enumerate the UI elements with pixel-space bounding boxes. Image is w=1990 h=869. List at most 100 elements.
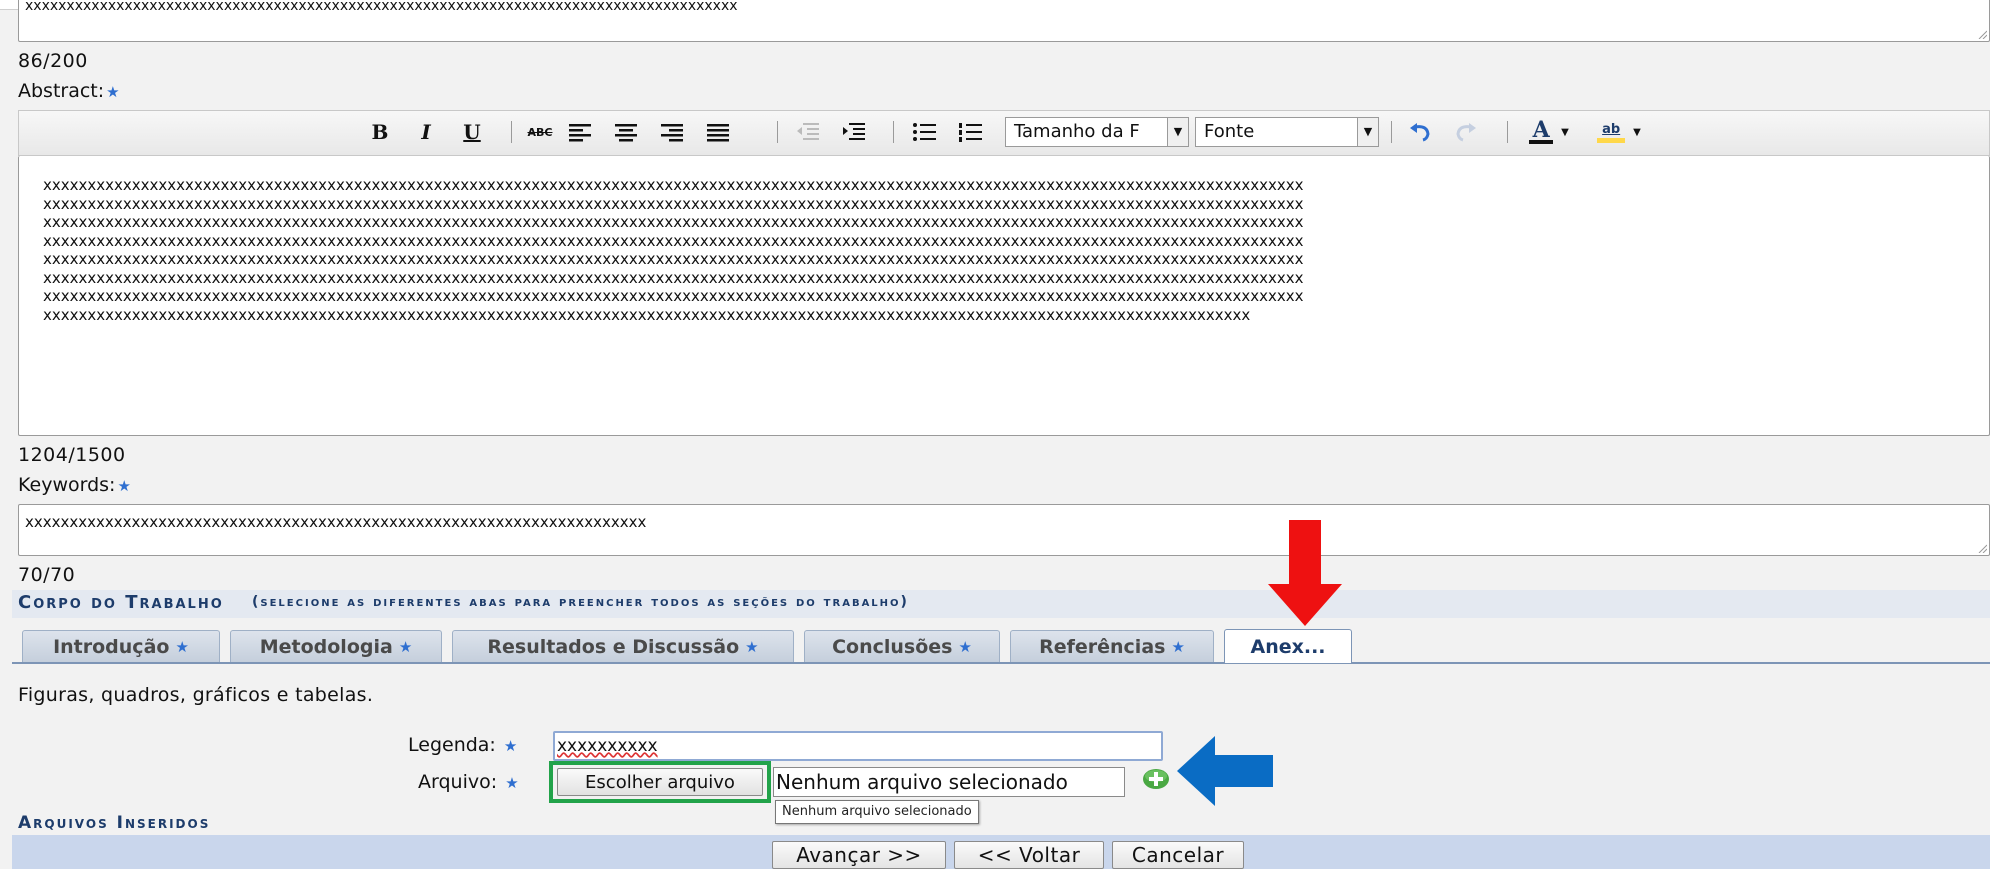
- highlight-color-button[interactable]: ab ▼: [1589, 119, 1649, 145]
- toolbar-separator: [777, 121, 778, 143]
- chevron-down-icon: ▼: [1167, 118, 1188, 146]
- align-center-icon: [615, 124, 637, 142]
- file-label: Arquivo: ★: [418, 771, 519, 793]
- keywords-text: xxxxxxxxxxxxxxxxxxxxxxxxxxxxxxxxxxxxxxxx…: [25, 513, 647, 531]
- tab-label: Resultados e Discussão: [487, 635, 740, 658]
- align-justify-icon: [707, 124, 729, 142]
- font-size-value: Tamanho da F: [1014, 121, 1140, 142]
- abstract-line: xxxxxxxxxxxxxxxxxxxxxxxxxxxxxxxxxxxxxxxx…: [43, 287, 1304, 305]
- align-right-icon: [661, 124, 683, 142]
- keywords-label: Keywords: ★: [18, 474, 131, 496]
- keywords-label-text: Keywords:: [18, 474, 116, 496]
- underline-button[interactable]: U: [457, 119, 487, 145]
- required-star-icon: ★: [106, 83, 120, 101]
- text-color-letter: A: [1532, 117, 1550, 143]
- abstract-line: xxxxxxxxxxxxxxxxxxxxxxxxxxxxxxxxxxxxxxxx…: [43, 176, 1304, 194]
- toolbar-separator: [1507, 121, 1508, 143]
- highlight-letters: ab: [1602, 121, 1621, 137]
- body-section-header: Corpo do Trabalho (selecione as diferent…: [12, 590, 1990, 618]
- abstract-text: xxxxxxxxxxxxxxxxxxxxxxxxxxxxxxxxxxxxxxxx…: [43, 176, 1304, 324]
- tab-label: Metodologia: [259, 635, 393, 658]
- red-arrow-annotation-icon: [1268, 520, 1342, 626]
- choose-file-button[interactable]: Escolher arquivo: [557, 768, 763, 796]
- section-title: Corpo do Trabalho: [18, 592, 224, 613]
- abstract-line: xxxxxxxxxxxxxxxxxxxxxxxxxxxxxxxxxxxxxxxx…: [43, 305, 1251, 324]
- bullet-list-icon: [913, 123, 936, 141]
- align-right-button[interactable]: [655, 119, 689, 145]
- toolbar-separator: [1391, 121, 1392, 143]
- caption-label: Legenda: ★: [408, 734, 517, 756]
- back-button[interactable]: << Voltar: [954, 841, 1104, 869]
- highlight-bar: [1597, 137, 1626, 143]
- resize-handle-icon[interactable]: [1977, 29, 1987, 39]
- abstract-editor-content[interactable]: xxxxxxxxxxxxxxxxxxxxxxxxxxxxxxxxxxxxxxxx…: [18, 156, 1990, 436]
- tab-metodologia[interactable]: Metodologia ★: [230, 630, 442, 662]
- add-circle-icon[interactable]: [1141, 767, 1171, 791]
- text-color-bar: [1529, 140, 1554, 144]
- abstract-line: xxxxxxxxxxxxxxxxxxxxxxxxxxxxxxxxxxxxxxxx…: [43, 268, 1304, 287]
- caption-input[interactable]: xxxxxxxxxx: [553, 731, 1163, 761]
- abstract-counter: 1204/1500: [18, 444, 126, 466]
- abstract-line: xxxxxxxxxxxxxxxxxxxxxxxxxxxxxxxxxxxxxxxx…: [43, 213, 1304, 231]
- outdent-button[interactable]: [791, 119, 825, 145]
- tab-conclusoes[interactable]: Conclusões ★: [804, 630, 1000, 662]
- abstract-line: xxxxxxxxxxxxxxxxxxxxxxxxxxxxxxxxxxxxxxxx…: [43, 194, 1304, 213]
- required-star-icon: ★: [1171, 637, 1185, 656]
- title-textarea[interactable]: xxxxxxxxxxxxxxxxxxxxxxxxxxxxxxxxxxxxxxxx…: [18, 0, 1990, 42]
- bold-button[interactable]: B: [365, 119, 395, 145]
- tab-label: Conclusões: [832, 635, 953, 658]
- next-button[interactable]: Avançar >>: [772, 841, 946, 869]
- undo-icon: [1410, 123, 1430, 142]
- align-left-button[interactable]: [563, 119, 597, 145]
- section-subtitle: (selecione as diferentes abas para preen…: [252, 594, 909, 610]
- inserted-files-title: Arquivos Inseridos: [18, 813, 211, 833]
- title-textarea-text: xxxxxxxxxxxxxxxxxxxxxxxxxxxxxxxxxxxxxxxx…: [25, 0, 738, 14]
- tab-resultados-discussao[interactable]: Resultados e Discussão ★: [452, 630, 794, 662]
- font-size-select[interactable]: Tamanho da F ▼: [1005, 117, 1189, 147]
- text-color-icon: A: [1529, 117, 1554, 144]
- italic-button[interactable]: I: [411, 119, 441, 145]
- required-star-icon: ★: [503, 737, 518, 755]
- abstract-line: xxxxxxxxxxxxxxxxxxxxxxxxxxxxxxxxxxxxxxxx…: [43, 231, 1304, 250]
- numbered-list-icon: [959, 123, 982, 142]
- file-label-text: Arquivo:: [418, 771, 498, 793]
- required-star-icon: ★: [505, 774, 519, 792]
- bullet-list-button[interactable]: [907, 119, 941, 145]
- tab-referencias[interactable]: Referências ★: [1010, 630, 1214, 662]
- inserted-files-header: Arquivos Inseridos: [12, 811, 1990, 835]
- justify-button[interactable]: [701, 119, 735, 145]
- text-color-button[interactable]: A ▼: [1519, 119, 1579, 145]
- font-select[interactable]: Fonte ▼: [1195, 117, 1379, 147]
- required-star-icon: ★: [117, 477, 131, 495]
- align-left-icon: [569, 124, 591, 142]
- keywords-textarea[interactable]: xxxxxxxxxxxxxxxxxxxxxxxxxxxxxxxxxxxxxxxx…: [18, 504, 1990, 556]
- chevron-down-icon: ▼: [1561, 126, 1569, 138]
- file-input-status[interactable]: Nenhum arquivo selecionado: [773, 767, 1125, 797]
- annex-description: Figuras, quadros, gráficos e tabelas.: [18, 684, 374, 706]
- abstract-label: Abstract: ★: [18, 80, 120, 102]
- resize-handle-icon[interactable]: [1977, 543, 1987, 553]
- toolbar-separator: [893, 121, 894, 143]
- caption-label-text: Legenda:: [408, 734, 496, 756]
- chevron-down-icon: ▼: [1633, 126, 1641, 138]
- redo-icon: [1456, 123, 1476, 142]
- abstract-editor-toolbar: B I U ABC Tamanho da F ▼ Fonte ▼ A ▼ ab …: [18, 110, 1990, 156]
- tab-anexos[interactable]: Anex...: [1224, 629, 1352, 663]
- tab-label: Anex...: [1250, 635, 1326, 658]
- align-center-button[interactable]: [609, 119, 643, 145]
- toolbar-separator: [511, 121, 512, 143]
- indent-button[interactable]: [837, 119, 871, 145]
- cancel-button[interactable]: Cancelar: [1112, 841, 1244, 869]
- required-star-icon: ★: [175, 637, 189, 656]
- redo-button[interactable]: [1449, 119, 1483, 145]
- strikethrough-button[interactable]: ABC: [523, 119, 557, 145]
- keywords-counter: 70/70: [18, 564, 76, 586]
- numbered-list-button[interactable]: [953, 119, 987, 145]
- undo-button[interactable]: [1403, 119, 1437, 145]
- tab-introducao[interactable]: Introdução ★: [22, 630, 220, 662]
- title-counter: 86/200: [18, 50, 88, 72]
- tab-label: Introdução: [53, 635, 170, 658]
- required-star-icon: ★: [745, 637, 759, 656]
- caption-input-value: xxxxxxxxxx: [557, 736, 658, 756]
- indent-icon: [843, 123, 865, 140]
